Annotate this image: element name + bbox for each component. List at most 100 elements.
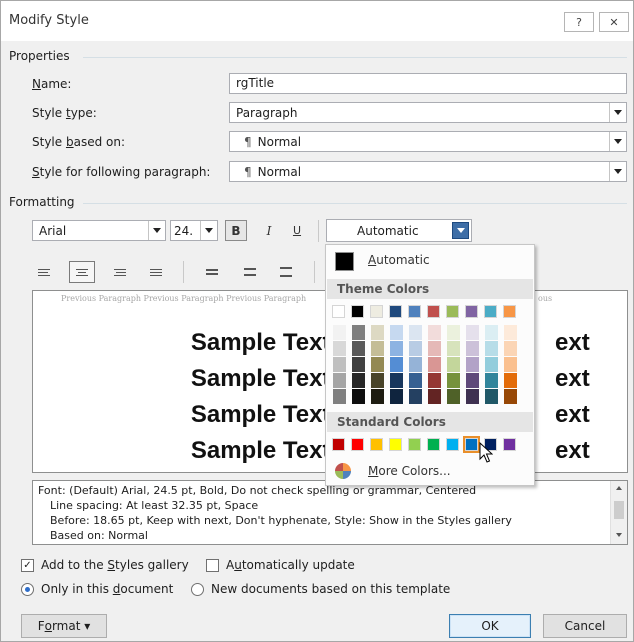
theme-shade-swatch[interactable] [390,389,403,404]
theme-color-swatch[interactable] [446,305,459,318]
align-center-button[interactable] [69,261,95,283]
theme-color-swatch[interactable] [503,305,516,318]
theme-shade-swatch[interactable] [352,373,365,388]
theme-shade-swatch[interactable] [409,325,422,340]
theme-color-swatch[interactable] [332,305,345,318]
theme-shade-swatch[interactable] [504,389,517,404]
bold-button[interactable]: B [225,220,247,241]
theme-shade-swatch[interactable] [409,389,422,404]
theme-shade-swatch[interactable] [504,341,517,356]
font-size-select[interactable]: 24. [170,220,218,241]
theme-shade-swatch[interactable] [504,325,517,340]
standard-color-swatch[interactable] [351,438,364,451]
theme-shade-swatch[interactable] [447,373,460,388]
ok-button[interactable]: OK [449,614,531,638]
theme-shade-swatch[interactable] [428,389,441,404]
theme-shade-swatch[interactable] [485,373,498,388]
font-name-select[interactable]: Arial [32,220,166,241]
single-spacing-button[interactable] [199,261,225,283]
theme-shade-swatch[interactable] [466,341,479,356]
new-documents-radio[interactable] [191,583,204,596]
standard-color-swatch[interactable] [463,436,480,453]
close-button[interactable]: ✕ [599,12,629,32]
theme-shade-swatch[interactable] [428,373,441,388]
align-left-button[interactable] [31,261,57,283]
theme-shade-swatch[interactable] [485,389,498,404]
theme-shade-swatch[interactable] [390,325,403,340]
chevron-down-icon[interactable] [609,103,626,122]
theme-shade-swatch[interactable] [428,325,441,340]
chevron-down-icon[interactable] [452,222,469,239]
double-spacing-button[interactable] [273,261,299,283]
standard-color-swatch[interactable] [446,438,459,451]
theme-shade-swatch[interactable] [504,357,517,372]
more-colors-option[interactable]: More Colors... [326,459,534,483]
cancel-button[interactable]: Cancel [543,614,627,638]
name-field[interactable]: rgTitle [229,73,627,94]
theme-shade-swatch[interactable] [485,341,498,356]
theme-shade-swatch[interactable] [371,341,384,356]
standard-color-swatch[interactable] [427,438,440,451]
theme-shade-swatch[interactable] [409,373,422,388]
theme-color-swatch[interactable] [408,305,421,318]
theme-shade-swatch[interactable] [333,357,346,372]
theme-color-swatch[interactable] [465,305,478,318]
one-half-spacing-button[interactable] [237,261,263,283]
theme-shade-swatch[interactable] [447,357,460,372]
standard-color-swatch[interactable] [389,438,402,451]
format-menu-button[interactable]: Fo rmat ▾ [21,614,107,638]
theme-shade-swatch[interactable] [371,357,384,372]
italic-button[interactable]: I [258,220,280,241]
theme-shade-swatch[interactable] [466,325,479,340]
add-to-gallery-checkbox[interactable]: ✓ [21,559,34,572]
scroll-thumb[interactable] [614,501,624,519]
description-scrollbar[interactable] [610,481,627,544]
theme-shade-swatch[interactable] [428,357,441,372]
theme-shade-swatch[interactable] [466,389,479,404]
theme-shade-swatch[interactable] [333,341,346,356]
theme-shade-swatch[interactable] [428,341,441,356]
theme-shade-swatch[interactable] [466,357,479,372]
following-paragraph-select[interactable]: ¶ Normal [229,161,627,182]
chevron-down-icon[interactable] [148,221,165,240]
chevron-down-icon[interactable] [609,162,626,181]
based-on-select[interactable]: ¶ Normal [229,131,627,152]
standard-color-swatch[interactable] [408,438,421,451]
theme-shade-swatch[interactable] [390,357,403,372]
standard-color-swatch[interactable] [332,438,345,451]
chevron-down-icon[interactable] [200,221,217,240]
chevron-down-icon[interactable] [609,132,626,151]
justify-button[interactable] [143,261,169,283]
theme-color-swatch[interactable] [427,305,440,318]
scroll-down-icon[interactable] [616,533,622,537]
theme-shade-swatch[interactable] [371,389,384,404]
theme-shade-swatch[interactable] [447,341,460,356]
theme-shade-swatch[interactable] [447,389,460,404]
theme-shade-swatch[interactable] [447,325,460,340]
automatic-color-option[interactable]: Automatic [326,245,534,277]
theme-shade-swatch[interactable] [352,357,365,372]
theme-shade-swatch[interactable] [333,389,346,404]
style-type-select[interactable]: Paragraph [229,102,627,123]
theme-color-swatch[interactable] [351,305,364,318]
auto-update-checkbox[interactable] [206,559,219,572]
only-this-document-radio[interactable] [21,583,34,596]
theme-color-swatch[interactable] [484,305,497,318]
theme-shade-swatch[interactable] [409,357,422,372]
theme-shade-swatch[interactable] [485,325,498,340]
theme-shade-swatch[interactable] [352,341,365,356]
help-button[interactable]: ? [564,12,594,32]
theme-shade-swatch[interactable] [371,325,384,340]
theme-shade-swatch[interactable] [352,389,365,404]
underline-button[interactable]: U [286,220,308,241]
theme-shade-swatch[interactable] [466,373,479,388]
align-right-button[interactable] [107,261,133,283]
scroll-up-icon[interactable] [616,486,622,490]
font-color-select[interactable]: Automatic [326,219,472,242]
theme-shade-swatch[interactable] [390,341,403,356]
standard-color-swatch[interactable] [503,438,516,451]
theme-shade-swatch[interactable] [485,357,498,372]
theme-shade-swatch[interactable] [333,325,346,340]
theme-shade-swatch[interactable] [371,373,384,388]
theme-shade-swatch[interactable] [333,373,346,388]
